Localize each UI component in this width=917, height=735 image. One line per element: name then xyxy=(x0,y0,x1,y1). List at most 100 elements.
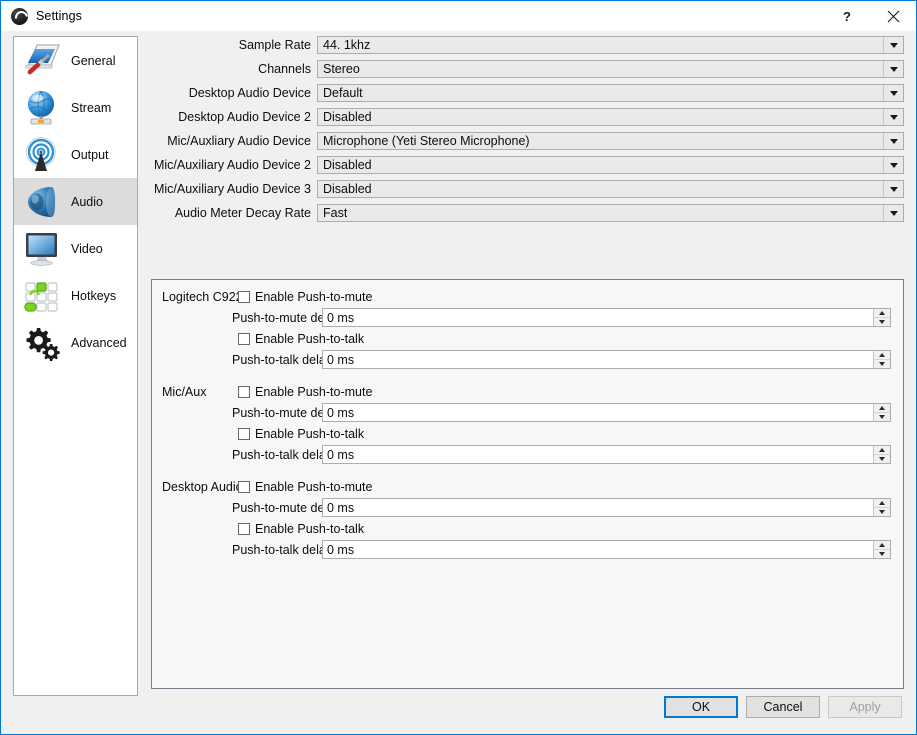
enable-push-to-mute-checkbox[interactable]: Enable Push-to-mute xyxy=(238,290,891,304)
audio-settings-pane: Sample Rate 44. 1khz Channels Stereo Des… xyxy=(151,36,904,696)
desktop-audio-device-2-value: Disabled xyxy=(323,110,372,124)
enable-push-to-talk-checkbox[interactable]: Enable Push-to-talk xyxy=(238,522,891,536)
cancel-button[interactable]: Cancel xyxy=(746,696,820,718)
sidebar-item-output[interactable]: Output xyxy=(14,131,137,178)
chevron-down-icon xyxy=(883,109,903,125)
chevron-down-icon xyxy=(883,181,903,197)
sidebar-item-video[interactable]: Video xyxy=(14,225,137,272)
stepper-buttons xyxy=(873,309,890,326)
stepper-buttons xyxy=(873,351,890,368)
push-to-talk-groupbox: Logitech C922 Enable Push-to-mute Push-t… xyxy=(151,279,904,689)
enable-push-to-mute-row: Logitech C922 Enable Push-to-mute xyxy=(162,288,891,305)
stepper-down-icon[interactable] xyxy=(874,508,890,516)
desktop-audio-device-select[interactable]: Default xyxy=(317,84,904,102)
push-to-talk-delay-label: Push-to-talk delay xyxy=(232,447,333,462)
device-name: Mic/Aux xyxy=(162,384,207,399)
video-icon xyxy=(21,229,63,269)
stepper-down-icon[interactable] xyxy=(874,318,890,326)
checkbox-label: Enable Push-to-mute xyxy=(255,479,373,494)
label-channels: Channels xyxy=(258,62,311,76)
push-to-mute-delay-value: 0 ms xyxy=(327,310,355,325)
stepper-up-icon[interactable] xyxy=(874,351,890,360)
push-to-talk-delay-label: Push-to-talk delay xyxy=(232,352,333,367)
mic-aux-audio-device-2-select[interactable]: Disabled xyxy=(317,156,904,174)
close-icon[interactable] xyxy=(870,1,916,31)
channels-select[interactable]: Stereo xyxy=(317,60,904,78)
sidebar-item-stream[interactable]: Stream xyxy=(14,84,137,131)
push-to-mute-delay-label: Push-to-mute delay xyxy=(232,500,341,515)
sidebar-item-audio[interactable]: Audio xyxy=(14,178,137,225)
push-to-talk-delay-stepper[interactable]: 0 ms xyxy=(322,445,891,464)
sidebar-item-label: Audio xyxy=(71,194,103,209)
push-to-mute-delay-stepper[interactable]: 0 ms xyxy=(322,308,891,327)
label-mic-aux-audio-device: Mic/Auxliary Audio Device xyxy=(167,134,311,148)
label-desktop-audio-device: Desktop Audio Device xyxy=(188,86,311,100)
apply-button[interactable]: Apply xyxy=(828,696,902,718)
chevron-down-icon xyxy=(883,61,903,77)
push-to-mute-delay-stepper[interactable]: 0 ms xyxy=(322,498,891,517)
push-to-talk-delay-stepper[interactable]: 0 ms xyxy=(322,540,891,559)
dialog-body: General Stream Output Audio Video Hotkey… xyxy=(1,31,916,696)
push-to-talk-delay-row: Push-to-talk delay 0 ms xyxy=(162,540,891,559)
enable-push-to-talk-row: Enable Push-to-talk xyxy=(162,425,891,442)
label-mic-aux-audio-device-3: Mic/Auxiliary Audio Device 3 xyxy=(153,182,311,196)
push-to-mute-delay-row: Push-to-mute delay 0 ms xyxy=(162,403,891,422)
dialog-buttons: OK Cancel Apply xyxy=(664,696,902,718)
device-name: Desktop Audio xyxy=(162,479,243,494)
mic-aux-audio-device-2-value: Disabled xyxy=(323,158,372,172)
sidebar-item-advanced[interactable]: Advanced xyxy=(14,319,137,366)
audio-icon xyxy=(21,182,63,222)
stepper-buttons xyxy=(873,541,890,558)
label-sample-rate: Sample Rate xyxy=(238,38,311,52)
chevron-down-icon xyxy=(883,85,903,101)
checkbox-label: Enable Push-to-talk xyxy=(255,331,365,346)
mic-aux-audio-device-value: Microphone (Yeti Stereo Microphone) xyxy=(323,134,530,148)
audio-device-form: Sample Rate 44. 1khz Channels Stereo Des… xyxy=(151,36,904,222)
settings-sidebar: General Stream Output Audio Video Hotkey… xyxy=(13,36,138,696)
push-to-mute-delay-value: 0 ms xyxy=(327,500,355,515)
mic-aux-audio-device-select[interactable]: Microphone (Yeti Stereo Microphone) xyxy=(317,132,904,150)
mic-aux-audio-device-3-select[interactable]: Disabled xyxy=(317,180,904,198)
stepper-buttons xyxy=(873,446,890,463)
chevron-down-icon xyxy=(883,157,903,173)
ok-button[interactable]: OK xyxy=(664,696,738,718)
enable-push-to-talk-checkbox[interactable]: Enable Push-to-talk xyxy=(238,427,891,441)
sidebar-item-general[interactable]: General xyxy=(14,37,137,84)
stepper-down-icon[interactable] xyxy=(874,413,890,421)
enable-push-to-talk-row: Enable Push-to-talk xyxy=(162,330,891,347)
title-bar-left: Settings xyxy=(1,7,82,25)
device-block-mic-aux: Mic/Aux Enable Push-to-mute Push-to-mute… xyxy=(162,383,891,464)
sidebar-item-hotkeys[interactable]: Hotkeys xyxy=(14,272,137,319)
enable-push-to-mute-row: Mic/Aux Enable Push-to-mute xyxy=(162,383,891,400)
output-icon xyxy=(21,135,63,175)
help-icon[interactable]: ? xyxy=(824,1,870,31)
stepper-down-icon[interactable] xyxy=(874,360,890,368)
stepper-up-icon[interactable] xyxy=(874,309,890,318)
audio-meter-decay-rate-select[interactable]: Fast xyxy=(317,204,904,222)
sidebar-item-label: Hotkeys xyxy=(71,288,117,303)
stepper-up-icon[interactable] xyxy=(874,541,890,550)
checkbox-box xyxy=(238,332,250,345)
stream-icon xyxy=(21,88,63,128)
label-desktop-audio-device-2: Desktop Audio Device 2 xyxy=(178,110,311,124)
checkbox-label: Enable Push-to-talk xyxy=(255,426,365,441)
sample-rate-select[interactable]: 44. 1khz xyxy=(317,36,904,54)
stepper-up-icon[interactable] xyxy=(874,446,890,455)
desktop-audio-device-2-select[interactable]: Disabled xyxy=(317,108,904,126)
push-to-mute-delay-stepper[interactable]: 0 ms xyxy=(322,403,891,422)
title-bar: Settings ? xyxy=(1,1,916,31)
channels-value: Stereo xyxy=(323,62,360,76)
sample-rate-value: 44. 1khz xyxy=(323,38,371,52)
sidebar-item-label: Stream xyxy=(71,100,112,115)
stepper-up-icon[interactable] xyxy=(874,499,890,508)
enable-push-to-mute-checkbox[interactable]: Enable Push-to-mute xyxy=(238,385,891,399)
push-to-talk-delay-stepper[interactable]: 0 ms xyxy=(322,350,891,369)
stepper-up-icon[interactable] xyxy=(874,404,890,413)
enable-push-to-talk-checkbox[interactable]: Enable Push-to-talk xyxy=(238,332,891,346)
stepper-down-icon[interactable] xyxy=(874,550,890,558)
enable-push-to-mute-checkbox[interactable]: Enable Push-to-mute xyxy=(238,480,891,494)
chevron-down-icon xyxy=(883,133,903,149)
stepper-down-icon[interactable] xyxy=(874,455,890,463)
label-audio-meter-decay-rate: Audio Meter Decay Rate xyxy=(174,206,311,220)
enable-push-to-talk-row: Enable Push-to-talk xyxy=(162,520,891,537)
